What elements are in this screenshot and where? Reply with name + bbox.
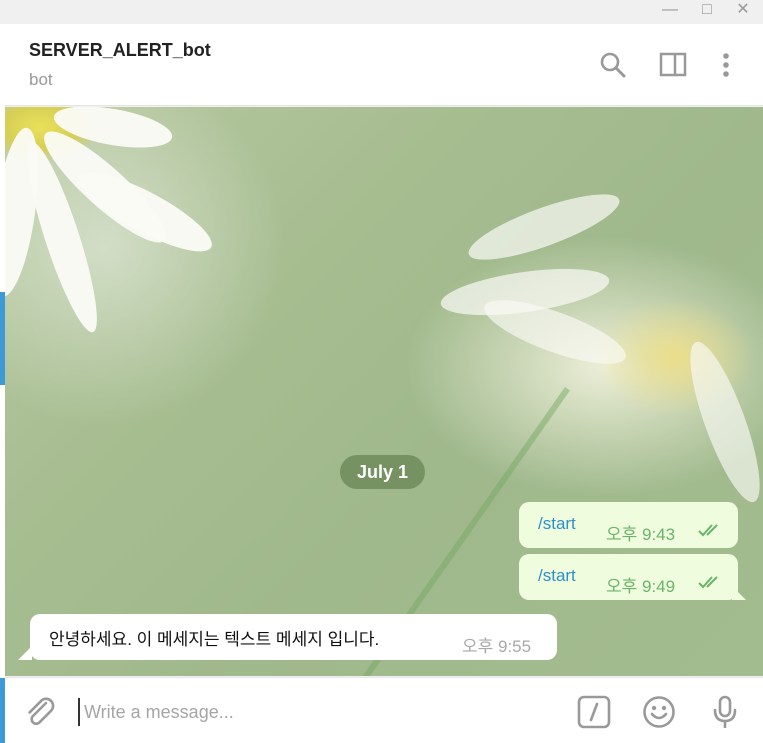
emoji-icon[interactable] [641,694,677,730]
message-text: /start [538,514,576,533]
message-text: /start [538,566,576,585]
bubble-tail [732,586,746,600]
chat-header: SERVER_ALERT_bot bot [5,24,763,106]
message-time: 오후 9:55 [462,637,532,656]
minimize-button[interactable]: — [655,0,685,22]
message-composer [5,677,763,743]
message-bubble-outgoing[interactable]: /start 오후 9:43 [519,502,738,548]
sidebar-panel-icon[interactable] [656,48,690,82]
maximize-button[interactable]: □ [692,0,722,22]
wallpaper-petal [462,181,626,273]
search-icon[interactable] [596,48,630,82]
window-titlebar: — □ ✕ [0,0,763,24]
date-separator: July 1 [340,455,425,489]
more-vert-icon[interactable] [709,48,743,82]
attach-icon[interactable] [22,694,58,730]
message-text: 안녕하세요. 이 메세지는 텍스트 메세지 입니다. [49,630,380,649]
message-bubble-incoming[interactable]: 안녕하세요. 이 메세지는 텍스트 메세지 입니다. 오후 9:55 [30,614,557,660]
wallpaper-petal [69,159,221,265]
message-input[interactable] [78,698,558,726]
close-button[interactable]: ✕ [728,0,758,22]
message-time: 오후 9:43 [606,525,676,544]
chat-subtitle: bot [29,70,53,89]
double-check-icon [697,574,725,595]
commands-icon[interactable] [576,694,612,730]
message-bubble-outgoing[interactable]: /start 오후 9:49 [519,554,738,600]
microphone-icon[interactable] [707,694,743,730]
wallpaper-petal [677,335,763,509]
chat-title[interactable]: SERVER_ALERT_bot [29,40,211,61]
chat-history[interactable]: July 1 /start 오후 9:43 /start 오후 9:49 안녕하… [5,107,763,676]
message-time: 오후 9:49 [606,577,676,596]
double-check-icon [697,522,725,543]
